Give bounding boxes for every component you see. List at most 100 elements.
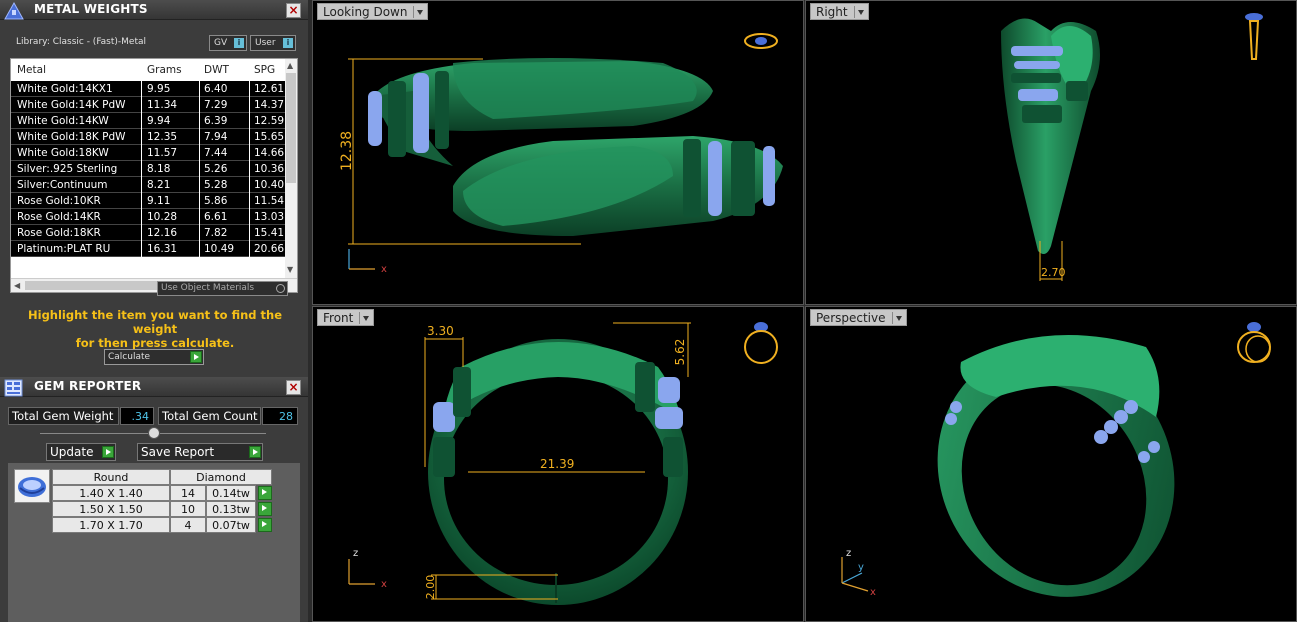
col-spg[interactable]: SPG — [254, 64, 287, 76]
metal-dwt: 7.82 — [204, 227, 228, 239]
dimension-front-c: 21.39 — [540, 457, 574, 471]
gem-row-select-button[interactable] — [258, 518, 272, 532]
dimension-front-b: 5.62 — [673, 339, 687, 366]
metal-dwt: 6.39 — [204, 115, 228, 127]
gem-total-weight: 0.07tw — [206, 517, 256, 533]
metal-name: White Gold:18K PdW — [17, 131, 126, 143]
view-orientation-icon — [744, 33, 778, 49]
metal-table-row[interactable]: White Gold:14K PdW 11.34 7.29 14.37 — [11, 97, 287, 113]
gem-row-select-button[interactable] — [258, 486, 272, 500]
use-object-materials-checkbox[interactable]: Use Object Materials — [157, 281, 288, 296]
update-label: Update — [50, 445, 94, 459]
report-slider-handle[interactable] — [148, 427, 160, 439]
col-grams[interactable]: Grams — [147, 64, 197, 76]
gem-list-area: Round Diamond 1.40 X 1.40 14 0.14tw 1.50 X … — [8, 463, 300, 622]
metal-grams: 8.21 — [147, 179, 171, 191]
gem-total-weight: 0.13tw — [206, 501, 256, 517]
metal-table-row[interactable]: White Gold:18KW 11.57 7.44 14.66 — [11, 145, 287, 161]
dimension-front-d: 2.00 — [424, 575, 437, 600]
metal-table-row[interactable]: White Gold:14KX1 9.95 6.40 12.61 — [11, 81, 287, 97]
metal-dwt: 5.28 — [204, 179, 228, 191]
scroll-down-icon[interactable]: ▼ — [287, 265, 293, 274]
viewport-right[interactable]: 2.70 Right — [805, 0, 1297, 305]
viewport-front[interactable]: 3.30 5.62 21.39 2.00 z x Front — [312, 306, 804, 622]
metal-table-row[interactable]: Platinum:PLAT RU 16.31 10.49 20.66 — [11, 241, 287, 257]
update-button[interactable]: Update — [46, 443, 116, 461]
metal-spg: 13.03 — [254, 211, 285, 223]
metal-table-row[interactable]: Rose Gold:14KR 10.28 6.61 13.03 — [11, 209, 287, 225]
viewport-menu-looking-down[interactable]: Looking Down — [317, 3, 429, 20]
metal-dwt: 7.29 — [204, 99, 228, 111]
hint-line-2: for then press calculate. — [75, 336, 235, 350]
viewport-label: Looking Down — [323, 5, 408, 19]
metal-table-row[interactable]: Silver:Continuum 8.21 5.28 10.40 — [11, 177, 287, 193]
calculate-label: Calculate — [108, 352, 151, 362]
user-toggle[interactable]: User i — [250, 35, 296, 51]
metal-name: Silver:Continuum — [17, 179, 108, 191]
play-icon — [249, 446, 261, 458]
metal-weights-close-button[interactable]: × — [286, 3, 301, 18]
axis-x-label: x — [381, 579, 387, 590]
metal-spg: 20.66 — [254, 243, 285, 255]
save-report-label: Save Report — [141, 445, 215, 459]
total-gem-count-label: Total Gem Count — [158, 407, 261, 425]
info-icon: i — [283, 38, 293, 48]
metal-name: White Gold:14KX1 — [17, 83, 113, 95]
view-orientation-icon — [1245, 13, 1263, 60]
metal-table-vertical-scrollbar[interactable]: ▲ ▼ — [285, 59, 297, 278]
scroll-left-icon[interactable]: ◀ — [14, 281, 20, 290]
save-report-button[interactable]: Save Report — [137, 443, 263, 461]
scroll-thumb[interactable] — [286, 73, 296, 183]
viewport-perspective[interactable]: z y x Perspective — [805, 306, 1297, 622]
gem-shape-header: Round — [52, 469, 170, 485]
col-metal[interactable]: Metal — [17, 64, 137, 76]
viewport-looking-down[interactable]: 12.38 x Looking Down — [312, 0, 804, 305]
calculate-hint: Highlight the item you want to find the … — [20, 308, 290, 350]
viewport-menu-front[interactable]: Front — [317, 309, 375, 326]
gem-count: 10 — [170, 501, 206, 517]
info-icon: i — [234, 38, 244, 48]
metal-grams: 12.16 — [147, 227, 178, 239]
metal-scale-icon — [4, 1, 24, 20]
metal-dwt: 10.49 — [204, 243, 235, 255]
metal-weights-header: METAL WEIGHTS × — [0, 0, 308, 20]
use-object-materials-label: Use Object Materials — [161, 283, 255, 293]
calculate-button[interactable]: Calculate — [104, 349, 204, 365]
metal-grams: 9.95 — [147, 83, 171, 95]
metal-table-row[interactable]: Rose Gold:10KR 9.11 5.86 11.54 — [11, 193, 287, 209]
metal-table-row[interactable]: Rose Gold:18KR 12.16 7.82 15.41 — [11, 225, 287, 241]
metal-dwt: 7.44 — [204, 147, 228, 159]
gv-toggle[interactable]: GV i — [209, 35, 247, 51]
play-icon — [190, 351, 202, 363]
gem-row-select-button[interactable] — [258, 502, 272, 516]
left-panel: METAL WEIGHTS × Library: Classic - (Fast… — [0, 0, 308, 622]
round-diamond-thumbnail[interactable] — [14, 469, 50, 503]
metal-table-row[interactable]: Silver:.925 Sterling 8.18 5.26 10.36 — [11, 161, 287, 177]
gem-reporter-title: GEM REPORTER — [34, 379, 142, 393]
metal-table: Metal Grams DWT SPG White Gold:14KX1 9.95… — [10, 58, 298, 293]
viewport-menu-right[interactable]: Right — [810, 3, 869, 20]
gem-count: 4 — [170, 517, 206, 533]
metal-table-row[interactable]: White Gold:18K PdW 12.35 7.94 15.65 — [11, 129, 287, 145]
metal-grams: 9.11 — [147, 195, 171, 207]
metal-spg: 11.54 — [254, 195, 285, 207]
viewport-menu-perspective[interactable]: Perspective — [810, 309, 907, 326]
scroll-up-icon[interactable]: ▲ — [287, 61, 293, 70]
view-orientation-icon — [744, 322, 778, 364]
ring-right-view: 2.70 — [1001, 13, 1263, 281]
metal-name: Silver:.925 Sterling — [17, 163, 118, 175]
hint-line-1: Highlight the item you want to find the … — [28, 308, 282, 336]
view-orientation-icon — [1237, 322, 1271, 363]
gem-size: 1.40 X 1.40 — [52, 485, 170, 501]
metal-dwt: 6.61 — [204, 211, 228, 223]
viewport-label: Right — [816, 5, 848, 19]
metal-weights-panel: Library: Classic - (Fast)-Metal GV i Use… — [0, 21, 308, 377]
total-gem-weight-value: .34 — [120, 407, 154, 425]
col-dwt[interactable]: DWT — [204, 64, 250, 76]
axis-x-label: x — [870, 587, 876, 598]
metal-name: Rose Gold:14KR — [17, 211, 101, 223]
chevron-down-icon — [359, 312, 371, 324]
dimension-front-a: 3.30 — [427, 324, 454, 338]
gem-reporter-close-button[interactable]: × — [286, 380, 301, 395]
metal-table-row[interactable]: White Gold:14KW 9.94 6.39 12.59 — [11, 113, 287, 129]
